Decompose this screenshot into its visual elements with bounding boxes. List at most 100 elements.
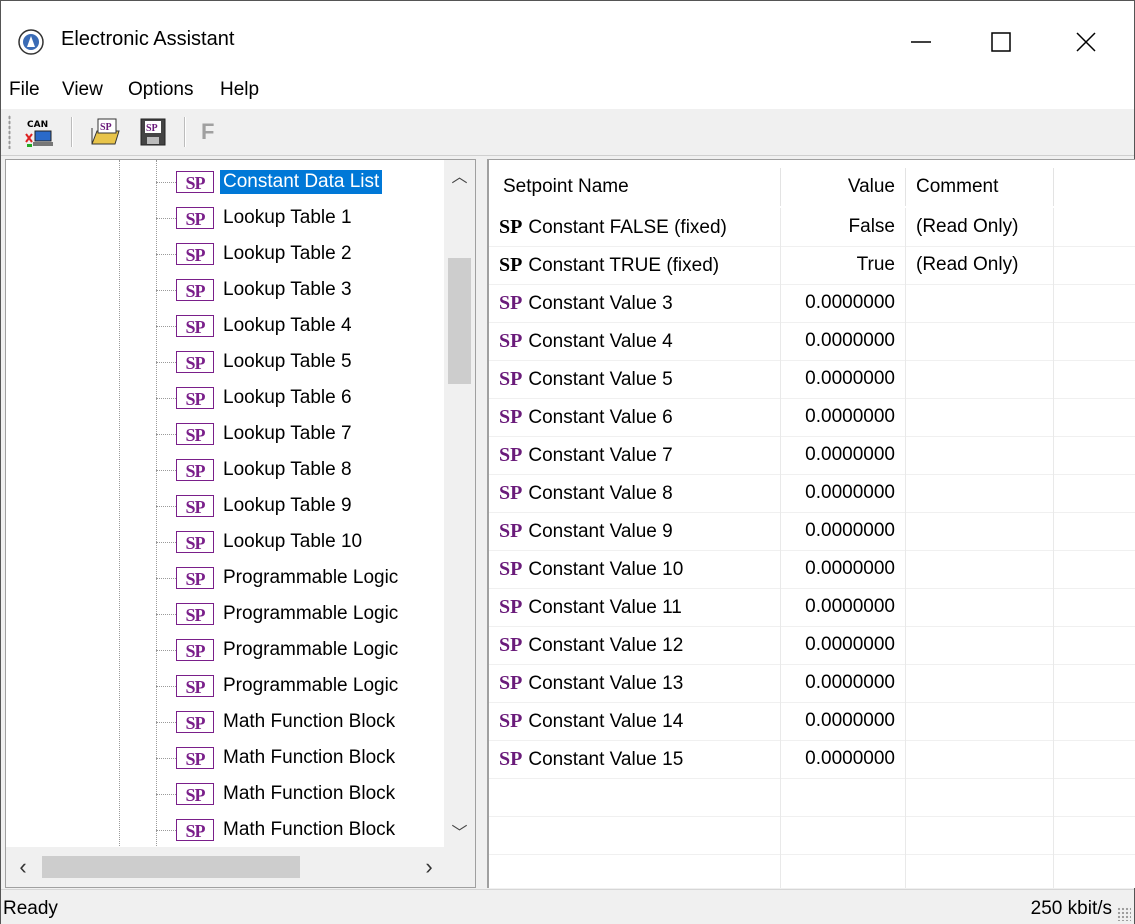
value-cell: 0.0000000 (781, 588, 906, 626)
tree-item[interactable]: SP Programmable Logic (156, 560, 401, 596)
setpoint-icon: SP (499, 406, 523, 428)
setpoint-tree[interactable]: SP Constant Data List SP Lookup Table 1 SP Lo… (5, 159, 476, 849)
scroll-thumb[interactable] (448, 258, 471, 384)
table-row[interactable]: SP Constant Value 11 0.0000000 (489, 588, 1135, 627)
tree-connector (156, 685, 176, 687)
tree-item[interactable]: SP Lookup Table 10 (156, 524, 365, 560)
svg-text:SP: SP (146, 123, 158, 134)
tree-item-label: Programmable Logic (223, 675, 399, 696)
filler-cell (1054, 436, 1135, 474)
tree-guide-line (119, 160, 120, 848)
setpoint-name: Constant Value 13 (528, 673, 684, 694)
tree-item[interactable]: SP Constant Data List (156, 164, 383, 200)
table-row[interactable]: SP Constant TRUE (fixed) True (Read Only) (489, 246, 1135, 285)
tree-item[interactable]: SP Lookup Table 6 (156, 380, 355, 416)
tree-item[interactable]: SP Math Function Block (156, 740, 398, 776)
tree-item[interactable]: SP Programmable Logic (156, 632, 401, 668)
pane-splitter[interactable] (480, 159, 487, 887)
table-row[interactable]: SP Constant Value 5 0.0000000 (489, 360, 1135, 399)
toolbar: CAN SP SP F (1, 109, 1134, 156)
maximize-button[interactable] (971, 17, 1031, 67)
comment-cell (906, 436, 1054, 474)
tree-item[interactable]: SP Lookup Table 1 (156, 200, 355, 236)
menu-options[interactable]: Options (128, 79, 193, 101)
setpoint-name: Constant Value 11 (528, 597, 682, 618)
setpoint-icon: SP (176, 603, 214, 625)
tree-connector (156, 541, 176, 543)
table-row[interactable]: SP Constant Value 4 0.0000000 (489, 322, 1135, 361)
table-row[interactable]: SP Constant Value 10 0.0000000 (489, 550, 1135, 589)
tree-item[interactable]: SP Lookup Table 5 (156, 344, 355, 380)
setpoint-icon: SP (176, 675, 214, 697)
tree-item[interactable]: SP Lookup Table 7 (156, 416, 355, 452)
save-setpoint-file-icon[interactable]: SP (137, 116, 169, 148)
setpoint-name-cell: SP Constant TRUE (fixed) (489, 246, 781, 284)
tree-item[interactable]: SP Math Function Block (156, 776, 398, 812)
setpoint-name-cell: SP Constant FALSE (fixed) (489, 208, 781, 246)
filler-cell (1054, 854, 1135, 888)
filler-cell (1054, 474, 1135, 512)
tree-item[interactable]: SP Lookup Table 3 (156, 272, 355, 308)
tree-vertical-scrollbar[interactable]: ︿ ﹀ (444, 160, 475, 848)
tree-item[interactable]: SP Math Function Block (156, 704, 398, 740)
close-button[interactable] (1056, 17, 1116, 67)
table-row[interactable]: SP Constant Value 8 0.0000000 (489, 474, 1135, 513)
comment-cell (906, 588, 1054, 626)
menu-view[interactable]: View (62, 79, 103, 101)
minimize-icon (911, 41, 931, 43)
table-row[interactable]: SP Constant Value 15 0.0000000 (489, 740, 1135, 779)
tree-item[interactable]: SP Lookup Table 4 (156, 308, 355, 344)
tree-item-label: Programmable Logic (223, 639, 399, 660)
table-row[interactable]: SP Constant Value 3 0.0000000 (489, 284, 1135, 323)
scroll-thumb[interactable] (42, 856, 300, 878)
tree-item[interactable]: SP Programmable Logic (156, 668, 401, 704)
setpoint-icon: SP (176, 783, 214, 805)
toolbar-grip[interactable] (8, 115, 11, 149)
scroll-down-button[interactable]: ﹀ (444, 816, 475, 846)
menu-bar: File View Options Help (1, 73, 1134, 110)
table-row[interactable]: SP Constant Value 9 0.0000000 (489, 512, 1135, 551)
filler-cell (1054, 588, 1135, 626)
scroll-right-button[interactable]: › (412, 847, 446, 887)
setpoint-icon: SP (176, 315, 214, 337)
open-setpoint-file-icon[interactable]: SP (89, 116, 121, 148)
tree-item[interactable]: SP Math Function Block (156, 812, 398, 848)
value-cell: 0.0000000 (781, 626, 906, 664)
filler-cell (1054, 284, 1135, 322)
setpoint-icon: SP (176, 423, 214, 445)
tree-connector (156, 433, 176, 435)
tree-connector (156, 217, 176, 219)
setpoint-name-cell (489, 816, 781, 854)
value-cell: 0.0000000 (781, 284, 906, 322)
table-row[interactable]: SP Constant Value 14 0.0000000 (489, 702, 1135, 741)
table-row[interactable]: SP Constant Value 6 0.0000000 (489, 398, 1135, 437)
table-row[interactable]: SP Constant Value 13 0.0000000 (489, 664, 1135, 703)
scroll-left-button[interactable]: ‹ (6, 847, 40, 887)
table-row[interactable]: SP Constant Value 7 0.0000000 (489, 436, 1135, 475)
minimize-button[interactable] (891, 17, 951, 67)
tree-item[interactable]: SP Lookup Table 8 (156, 452, 355, 488)
setpoint-icon: SP (499, 368, 523, 390)
menu-file[interactable]: File (9, 79, 40, 101)
empty-row (489, 816, 1135, 855)
setpoint-name-cell: SP Constant Value 11 (489, 588, 781, 626)
table-row[interactable]: SP Constant FALSE (fixed) False (Read Only) (489, 208, 1135, 247)
filler-cell (1054, 322, 1135, 360)
menu-help[interactable]: Help (220, 79, 259, 101)
column-header-comment[interactable]: Comment (906, 168, 1054, 206)
tree-item[interactable]: SP Lookup Table 2 (156, 236, 355, 272)
table-row[interactable]: SP Constant Value 12 0.0000000 (489, 626, 1135, 665)
tree-item-label: Lookup Table 6 (223, 387, 352, 408)
f-button[interactable]: F (201, 119, 214, 145)
setpoint-name: Constant Value 10 (528, 559, 684, 580)
setpoint-icon: SP (176, 243, 214, 265)
column-header-value[interactable]: Value (781, 168, 906, 206)
column-header-name[interactable]: Setpoint Name (489, 168, 781, 206)
can-connect-icon[interactable]: CAN (23, 116, 55, 148)
tree-horizontal-scrollbar[interactable]: ‹ › (5, 847, 476, 888)
tree-item[interactable]: SP Lookup Table 9 (156, 488, 355, 524)
resize-grip[interactable] (1117, 907, 1131, 921)
scroll-up-button[interactable]: ︿ (444, 160, 475, 190)
tree-item[interactable]: SP Programmable Logic (156, 596, 401, 632)
baud-rate: 250 kbit/s (1030, 898, 1112, 919)
